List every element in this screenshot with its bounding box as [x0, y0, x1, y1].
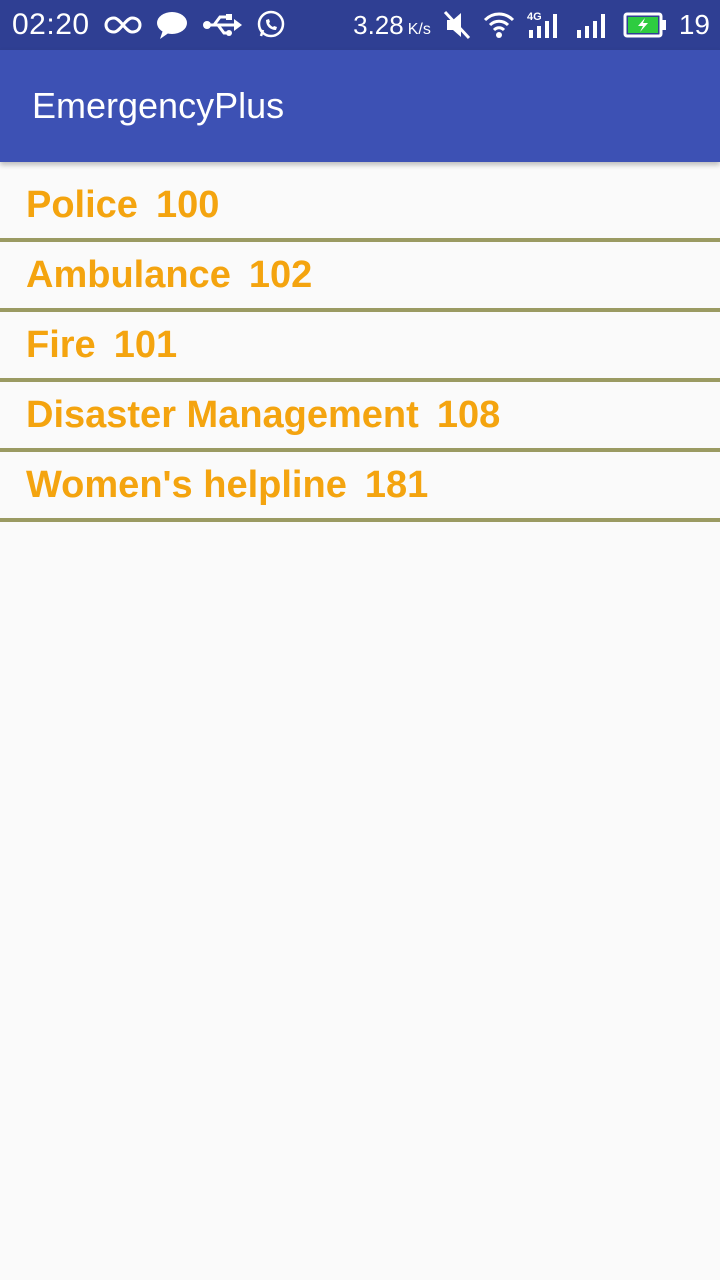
contact-number: 181: [364, 463, 429, 506]
status-bar: 02:20 3.28 K/s 4G 19: [0, 0, 720, 50]
whatsapp-icon: [256, 10, 286, 40]
contact-number: 108: [436, 393, 501, 436]
list-item-ambulance[interactable]: Ambulance 102: [0, 242, 720, 312]
contact-number: 101: [113, 323, 178, 366]
list-item-police[interactable]: Police 100: [0, 172, 720, 242]
network-speed: 3.28 K/s: [353, 10, 431, 41]
contact-number: 100: [155, 183, 220, 226]
network-speed-value: 3.28: [353, 9, 404, 40]
battery-charging-icon: [623, 12, 667, 38]
battery-level: 19: [678, 9, 710, 40]
list-item-fire[interactable]: Fire 101: [0, 312, 720, 382]
app-title: EmergencyPlus: [32, 85, 285, 126]
status-bar-left: 02:20: [12, 8, 286, 42]
network-speed-unit: K/s: [407, 20, 431, 38]
contact-name: Fire: [26, 323, 96, 366]
contact-number: 102: [248, 253, 313, 296]
contact-name: Women's helpline: [26, 463, 347, 506]
list-item-disaster-management[interactable]: Disaster Management 108: [0, 382, 720, 452]
signal-4g-icon: 4G: [527, 10, 563, 40]
infinity-icon: [104, 14, 142, 36]
app-bar: EmergencyPlus: [0, 50, 720, 162]
usb-icon: [202, 13, 242, 37]
list-item-womens-helpline[interactable]: Women's helpline 181: [0, 452, 720, 522]
status-bar-right: 3.28 K/s 4G 19: [353, 9, 710, 41]
contact-name: Disaster Management: [26, 393, 419, 436]
status-time: 02:20: [12, 8, 90, 41]
emergency-contacts-list: Police 100 Ambulance 102 Fire 101 Disast…: [0, 172, 720, 522]
contact-name: Ambulance: [26, 253, 231, 296]
mute-icon: [443, 10, 471, 40]
svg-text:4G: 4G: [527, 11, 542, 23]
contact-name: Police: [26, 183, 138, 226]
wifi-icon: [483, 11, 515, 39]
chat-bubble-icon: [156, 10, 188, 40]
signal-icon: [575, 10, 611, 40]
